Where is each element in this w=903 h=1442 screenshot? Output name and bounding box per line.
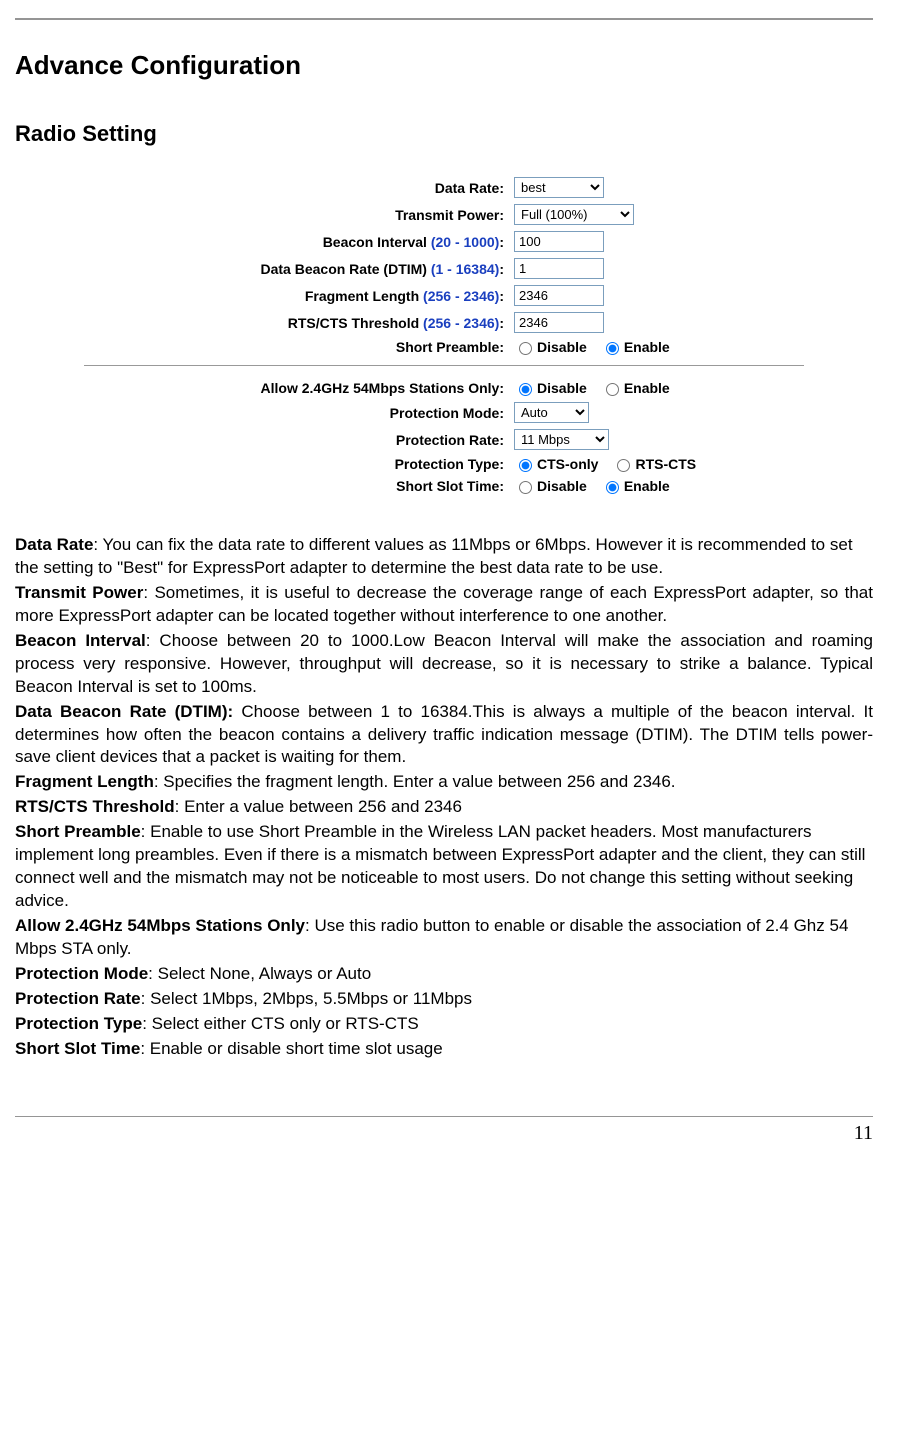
radio-allow-54-disable-label: Disable xyxy=(514,380,587,396)
label-short-slot: Short Slot Time: xyxy=(84,478,514,494)
radio-short-slot-disable-label: Disable xyxy=(514,478,587,494)
radio-short-slot-enable-label: Enable xyxy=(601,478,670,494)
label-allow-54: Allow 2.4GHz 54Mbps Stations Only: xyxy=(84,380,514,396)
bottom-rule xyxy=(15,1116,873,1117)
radio-protection-type-cts[interactable] xyxy=(519,459,532,472)
radio-allow-54-enable-label: Enable xyxy=(601,380,670,396)
radio-short-slot-enable[interactable] xyxy=(606,481,619,494)
input-dtim[interactable] xyxy=(514,258,604,279)
top-rule xyxy=(15,18,873,20)
radio-short-preamble-disable-label: Disable xyxy=(514,339,587,355)
label-fragment-length: Fragment Length (256 - 2346): xyxy=(84,288,514,304)
label-protection-mode: Protection Mode: xyxy=(84,405,514,421)
label-data-rate: Data Rate: xyxy=(84,180,514,196)
input-fragment-length[interactable] xyxy=(514,285,604,306)
label-beacon-interval: Beacon Interval (20 - 1000): xyxy=(84,234,514,250)
radio-short-slot-disable[interactable] xyxy=(519,481,532,494)
radio-settings-form: Data Rate: best Transmit Power: Full (10… xyxy=(84,177,804,494)
radio-protection-type-cts-label: CTS-only xyxy=(514,456,598,472)
label-dtim: Data Beacon Rate (DTIM) (1 - 16384): xyxy=(84,261,514,277)
label-short-preamble: Short Preamble: xyxy=(84,339,514,355)
label-transmit-power: Transmit Power: xyxy=(84,207,514,223)
radio-short-preamble-disable[interactable] xyxy=(519,342,532,355)
heading-radio-setting: Radio Setting xyxy=(15,121,873,147)
label-rts-cts: RTS/CTS Threshold (256 - 2346): xyxy=(84,315,514,331)
label-protection-rate: Protection Rate: xyxy=(84,432,514,448)
page-number: 11 xyxy=(15,1122,873,1145)
input-rts-cts[interactable] xyxy=(514,312,604,333)
radio-protection-type-rtscts[interactable] xyxy=(617,459,630,472)
radio-short-preamble-enable[interactable] xyxy=(606,342,619,355)
select-protection-mode[interactable]: Auto xyxy=(514,402,589,423)
form-separator xyxy=(84,365,804,366)
label-protection-type: Protection Type: xyxy=(84,456,514,472)
description-text: Data Rate: You can fix the data rate to … xyxy=(15,534,873,1061)
radio-allow-54-disable[interactable] xyxy=(519,383,532,396)
radio-allow-54-enable[interactable] xyxy=(606,383,619,396)
select-data-rate[interactable]: best xyxy=(514,177,604,198)
input-beacon-interval[interactable] xyxy=(514,231,604,252)
select-protection-rate[interactable]: 11 Mbps xyxy=(514,429,609,450)
radio-short-preamble-enable-label: Enable xyxy=(601,339,670,355)
select-transmit-power[interactable]: Full (100%) xyxy=(514,204,634,225)
heading-advance-configuration: Advance Configuration xyxy=(15,50,873,81)
radio-protection-type-rtscts-label: RTS-CTS xyxy=(612,456,696,472)
